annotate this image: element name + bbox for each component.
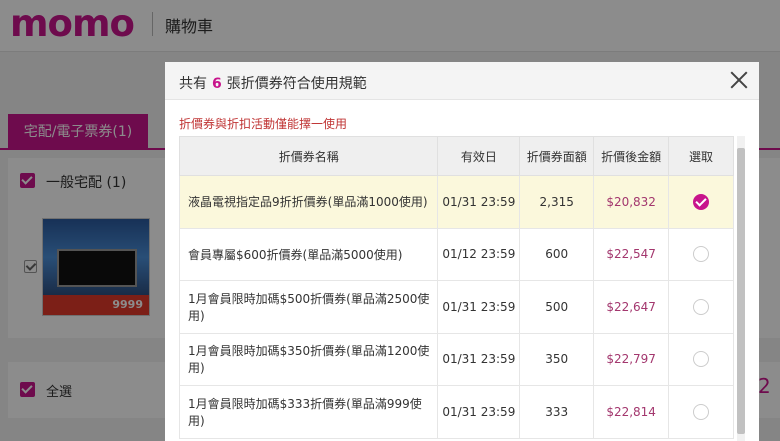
coupon-name: 1月會員限時加碼$350折價券(單品滿1200使用) (178, 332, 439, 386)
table-row[interactable]: 1月會員限時加碼$350折價券(單品滿1200使用) 01/31 23:59 3… (178, 332, 734, 386)
coupon-after-price: $22,797 (593, 332, 670, 386)
coupon-name: 1月會員限時加碼$333折價券(單品滿999使用) (178, 385, 439, 439)
table-header-row: 折價券名稱 有效日 折價券面額 折價後金額 選取 (178, 136, 734, 176)
coupon-amount: 500 (519, 280, 595, 334)
radio-icon[interactable] (693, 351, 710, 368)
coupon-table: 折價券名稱 有效日 折價券面額 折價後金額 選取 液晶電視指定品9折折價券(單品… (178, 136, 734, 439)
col-select: 選取 (668, 136, 734, 176)
coupon-after-price: $20,832 (593, 175, 670, 229)
coupon-name: 會員專屬$600折價券(單品滿5000使用) (178, 227, 439, 281)
table-row[interactable]: 液晶電視指定品9折折價券(單品滿1000使用) 01/31 23:59 2,31… (178, 175, 734, 229)
coupon-amount: 350 (519, 332, 595, 386)
radio-icon[interactable] (693, 298, 710, 315)
coupon-expiry: 01/31 23:59 (437, 385, 521, 439)
select-cell (668, 332, 734, 386)
coupon-count: 6 (212, 76, 222, 92)
radio-icon[interactable] (693, 403, 710, 420)
coupon-expiry: 01/31 23:59 (437, 175, 521, 229)
coupon-expiry: 01/31 23:59 (437, 280, 521, 334)
col-coupon-name: 折價券名稱 (178, 136, 439, 176)
selected-radio-icon[interactable] (693, 193, 710, 210)
scrollbar-thumb[interactable] (737, 148, 745, 434)
coupon-expiry: 01/12 23:59 (437, 227, 521, 281)
coupon-name: 液晶電視指定品9折折價券(單品滿1000使用) (178, 175, 439, 229)
table-row[interactable]: 1月會員限時加碼$500折價券(單品滿2500使用) 01/31 23:59 5… (178, 280, 734, 334)
coupon-amount: 333 (519, 385, 595, 439)
select-cell (668, 227, 734, 281)
coupon-modal: 共有 6 張折價券符合使用規範 折價券與折扣活動僅能擇一使用 折價券名稱 有效日 折… (165, 62, 759, 441)
coupon-amount: 600 (519, 227, 595, 281)
coupon-after-price: $22,647 (593, 280, 670, 334)
table-row[interactable]: 會員專屬$600折價券(單品滿5000使用) 01/12 23:59 600 $… (178, 227, 734, 281)
select-cell (668, 175, 734, 229)
coupon-expiry: 01/31 23:59 (437, 332, 521, 386)
modal-title: 共有 6 張折價券符合使用規範 (179, 73, 367, 93)
select-cell (668, 280, 734, 334)
coupon-after-price: $22,547 (593, 227, 670, 281)
col-expiry: 有效日 (437, 136, 521, 176)
select-cell (668, 385, 734, 439)
coupon-notice: 折價券與折扣活動僅能擇一使用 (179, 117, 348, 131)
modal-header: 共有 6 張折價券符合使用規範 (165, 62, 759, 100)
col-amount: 折價券面額 (519, 136, 595, 176)
radio-icon[interactable] (693, 246, 710, 263)
title-prefix: 共有 (179, 76, 207, 92)
col-after-price: 折價後金額 (593, 136, 670, 176)
close-icon[interactable] (729, 70, 749, 90)
coupon-name: 1月會員限時加碼$500折價券(單品滿2500使用) (178, 280, 439, 334)
coupon-after-price: $22,814 (593, 385, 670, 439)
coupon-amount: 2,315 (519, 175, 595, 229)
title-suffix: 張折價券符合使用規範 (226, 76, 367, 92)
table-row[interactable]: 1月會員限時加碼$333折價券(單品滿999使用) 01/31 23:59 33… (178, 385, 734, 439)
